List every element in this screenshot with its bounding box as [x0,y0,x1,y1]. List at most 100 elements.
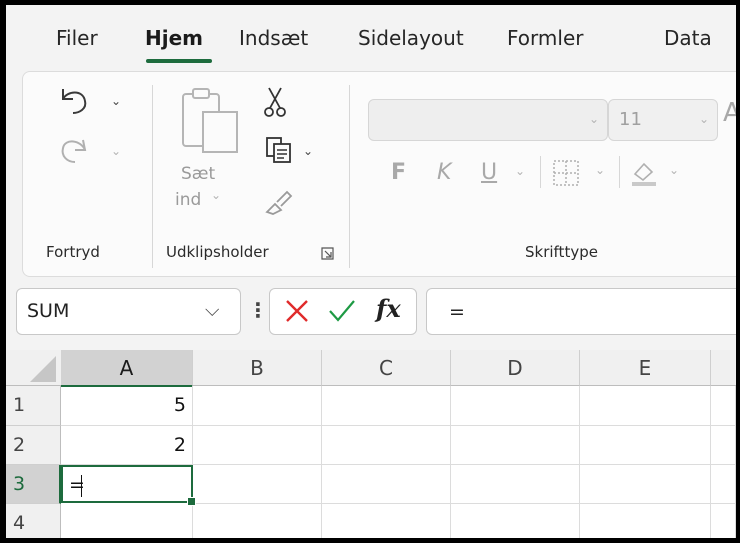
row-header-2[interactable]: 2 [6,426,61,465]
cell-f3[interactable] [711,465,736,504]
group-divider [152,85,153,268]
cell-f2[interactable] [711,426,736,465]
cell-c1[interactable] [322,386,451,426]
cell-e3[interactable] [580,465,711,504]
cell-e1[interactable] [580,386,711,426]
fill-handle[interactable] [187,497,196,506]
tool-divider [540,156,541,188]
column-header-a[interactable]: A [61,350,193,387]
fill-color-icon [632,162,656,186]
name-box[interactable]: SUM ⌵ [16,288,241,335]
active-tab-indicator [146,59,212,63]
cell-b1[interactable] [193,386,322,426]
cell-a4[interactable] [61,504,193,538]
redo-button[interactable]: ⌄ [57,134,121,170]
tab-indsaet[interactable]: Indsæt [239,26,308,50]
column-header-d[interactable]: D [451,350,580,386]
ribbon-panel: ⌄ ⌄ Fortryd Sæt ind ⌄ ⌄ Udklipsholder ⌄ … [22,71,736,277]
font-size-dropdown[interactable]: 11 ⌄ [608,99,718,141]
cell-f4[interactable] [711,504,736,538]
cell-a1[interactable]: 5 [61,386,193,426]
cell-d4[interactable] [451,504,580,538]
redo-dropdown-icon[interactable]: ⌄ [111,144,121,158]
copy-dropdown-icon[interactable]: ⌄ [303,144,313,158]
cross-icon [286,300,308,322]
column-header-c[interactable]: C [322,350,451,386]
font-name-chevron-icon: ⌄ [589,112,600,126]
cell-e4[interactable] [580,504,711,538]
cancel-entry-button[interactable] [284,298,310,328]
row-header-4[interactable]: 4 [6,504,61,538]
font-size-value: 11 [619,109,642,130]
cell-b4[interactable] [193,504,322,538]
borders-icon [553,160,579,186]
scissors-icon [264,87,286,117]
cell-d1[interactable] [451,386,580,426]
active-cell-a3[interactable]: = [61,465,193,503]
underline-dropdown-icon[interactable]: ⌄ [515,164,525,178]
formula-value: = [449,301,465,323]
text-caret [81,475,82,497]
font-group-label: Skrifttype [525,243,598,261]
format-painter-button[interactable] [263,188,293,220]
fill-color-dropdown-icon[interactable]: ⌄ [669,163,679,177]
clipboard-launcher-button[interactable] [321,246,335,265]
borders-button[interactable]: ⌄ [551,158,605,192]
cell-f1[interactable] [711,386,736,426]
tab-sidelayout[interactable]: Sidelayout [358,26,464,50]
italic-button[interactable]: K [437,160,451,185]
paste-label-line2: ind [175,190,202,210]
tab-data[interactable]: Data [664,26,712,50]
paste-button[interactable]: Sæt ind ⌄ [175,86,241,210]
redo-icon [61,139,87,163]
grow-font-button[interactable]: A [723,98,736,128]
tab-filer[interactable]: Filer [56,26,98,50]
cut-button[interactable] [263,86,287,124]
row-header-3[interactable]: 3 [6,465,61,504]
name-box-chevron-icon[interactable]: ⌵ [205,299,219,321]
cell-c4[interactable] [322,504,451,538]
copy-icon [266,137,291,163]
font-name-dropdown[interactable]: ⌄ [368,99,608,141]
insert-function-button[interactable]: fx [376,294,401,323]
cell-b2[interactable] [193,426,322,465]
tool-divider [619,156,620,188]
formula-bar-grip-icon[interactable]: ⋮ [248,298,268,322]
column-header-f[interactable] [711,350,736,386]
cell-c3[interactable] [322,465,451,504]
enter-entry-button[interactable] [328,298,356,328]
paste-label-line1: Sæt [181,164,216,184]
cell-d2[interactable] [451,426,580,465]
select-all-triangle-icon [30,356,56,382]
copy-button[interactable]: ⌄ [265,136,313,168]
column-header-e[interactable]: E [580,350,711,386]
bold-button[interactable]: F [391,160,406,185]
cell-d3[interactable] [451,465,580,504]
check-icon [329,300,355,322]
cell-b3[interactable] [193,465,322,504]
ribbon-tabs: Filer Hjem Indsæt Sidelayout Formler Dat… [6,5,736,71]
dialog-launcher-icon [321,247,334,260]
paintbrush-icon [265,190,293,215]
underline-button[interactable]: U [481,160,497,185]
group-divider [349,85,350,268]
undo-dropdown-icon[interactable]: ⌄ [111,94,121,108]
tab-formler[interactable]: Formler [507,26,583,50]
select-all-corner[interactable] [6,350,62,386]
cell-a2[interactable]: 2 [61,426,193,465]
undo-button[interactable]: ⌄ [57,85,121,121]
formula-input[interactable]: = [426,288,736,335]
clipboard-icon [182,88,238,153]
formula-buttons: fx [269,288,417,335]
column-header-b[interactable]: B [193,350,322,386]
row-header-1[interactable]: 1 [6,386,61,426]
undo-icon [62,89,87,114]
paste-dropdown-icon[interactable]: ⌄ [211,188,221,202]
name-box-value: SUM [27,300,70,322]
undo-group-label: Fortryd [46,243,100,261]
cell-c2[interactable] [322,426,451,465]
borders-dropdown-icon[interactable]: ⌄ [595,163,605,177]
cell-e2[interactable] [580,426,711,465]
fill-color-button[interactable]: ⌄ [629,158,679,192]
tab-hjem[interactable]: Hjem [145,26,203,50]
